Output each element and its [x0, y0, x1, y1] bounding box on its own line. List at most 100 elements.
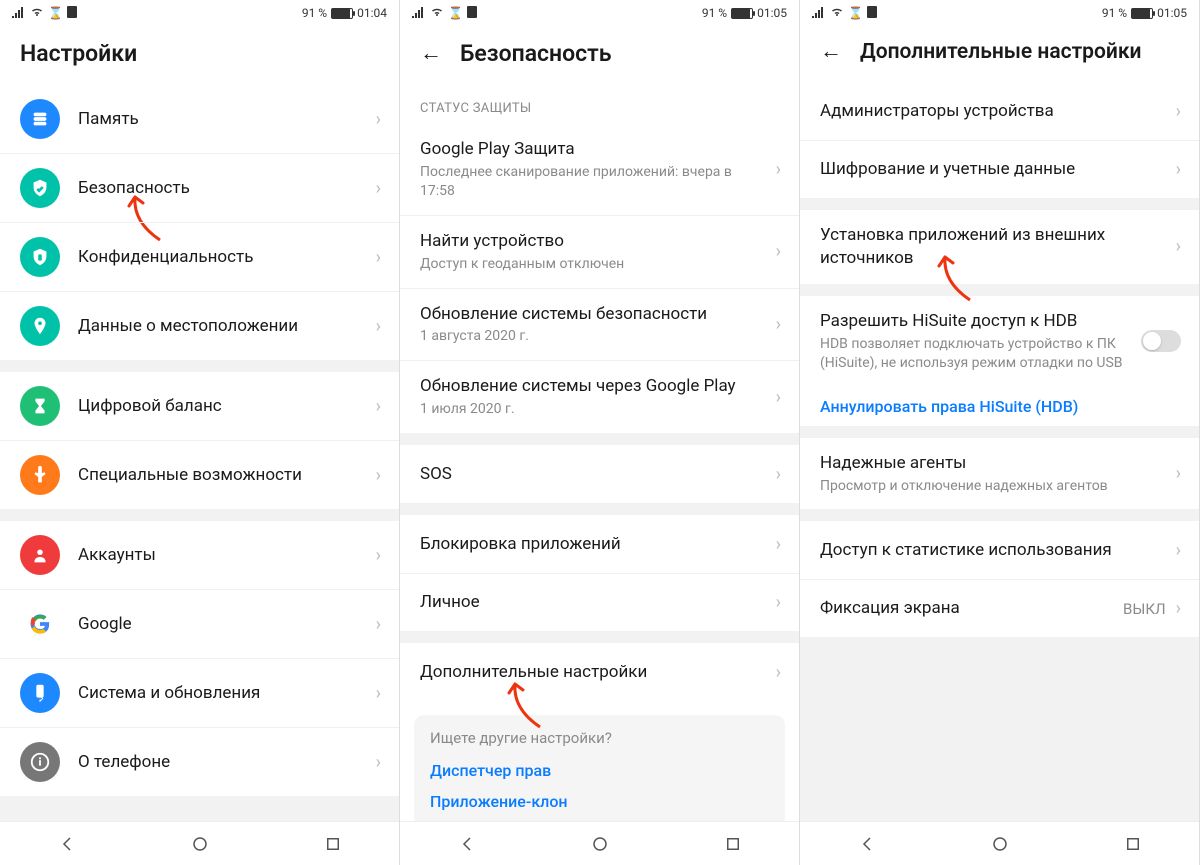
settings-item-security[interactable]: Безопасность ›	[0, 153, 399, 222]
hourglass-icon: ⌛	[48, 6, 63, 20]
header: Настройки	[0, 26, 399, 85]
settings-item-location[interactable]: Данные о местоположении ›	[0, 291, 399, 360]
row-find-device[interactable]: Найти устройство Доступ к геоданным откл…	[400, 215, 799, 288]
chevron-right-icon: ›	[376, 109, 381, 130]
row-app-lock[interactable]: Блокировка приложений ›	[400, 515, 799, 573]
hourglass-icon: ⌛	[848, 6, 863, 20]
screen-settings: ⌛ 91 % 01:04 Настройки Память ›	[0, 0, 400, 865]
nav-back[interactable]	[456, 833, 478, 855]
row-trusted-agents[interactable]: Надежные агенты Просмотр и отключение на…	[800, 438, 1199, 510]
link-revoke-hisuite[interactable]: Аннулировать права HiSuite (HDB)	[800, 387, 1199, 426]
battery-icon	[731, 8, 753, 19]
hint-link-permissions[interactable]: Диспетчер прав	[430, 755, 769, 786]
nav-back[interactable]	[856, 833, 878, 855]
chevron-right-icon: ›	[376, 683, 381, 704]
page-title: Настройки	[20, 40, 137, 67]
row-title: Найти устройство	[420, 230, 766, 253]
section-header: СТАТУС ЗАЩИТЫ	[400, 85, 799, 124]
clock: 01:05	[1157, 6, 1187, 20]
back-button[interactable]: ←	[420, 43, 442, 65]
storage-icon	[20, 99, 60, 139]
privacy-icon	[20, 237, 60, 277]
row-personal[interactable]: Личное ›	[400, 573, 799, 631]
wifi-icon	[30, 6, 44, 21]
signal-icon	[812, 6, 826, 21]
sim-icon	[467, 6, 477, 21]
person-icon	[20, 535, 60, 575]
chevron-right-icon: ›	[1176, 159, 1181, 180]
chevron-right-icon: ›	[1176, 598, 1181, 619]
settings-item-label: Память	[78, 108, 366, 131]
battery-icon	[1131, 8, 1153, 19]
row-screen-pinning[interactable]: Фиксация экрана ВЫКЛ ›	[800, 579, 1199, 637]
screen-security: ⌛ 91 % 01:05 ← Безопасность СТАТУС ЗАЩИТ…	[400, 0, 800, 865]
row-more-settings[interactable]: Дополнительные настройки ›	[400, 643, 799, 701]
row-title: Обновление системы безопасности	[420, 303, 766, 326]
settings-item-accounts[interactable]: Аккаунты ›	[0, 521, 399, 589]
row-external-install[interactable]: Установка приложений из внешних источник…	[800, 210, 1199, 284]
chevron-right-icon: ›	[376, 465, 381, 486]
chevron-right-icon: ›	[376, 178, 381, 199]
row-subtitle: 1 августа 2020 г.	[420, 327, 766, 346]
nav-recent[interactable]	[1122, 833, 1144, 855]
hint-link-clone[interactable]: Приложение-клон	[430, 786, 769, 817]
wifi-icon	[830, 6, 844, 21]
row-title: Google Play Защита	[420, 138, 766, 161]
row-security-update[interactable]: Обновление системы безопасности 1 август…	[400, 288, 799, 361]
row-device-admins[interactable]: Администраторы устройства ›	[800, 82, 1199, 140]
row-title: Надежные агенты	[820, 452, 1166, 475]
row-gplay-update[interactable]: Обновление системы через Google Play 1 и…	[400, 360, 799, 433]
sim-icon	[67, 6, 77, 21]
page-title: Дополнительные настройки	[860, 40, 1141, 64]
wifi-icon	[430, 6, 444, 21]
settings-item-memory[interactable]: Память ›	[0, 85, 399, 153]
row-subtitle: Доступ к геоданным отключен	[420, 255, 766, 274]
settings-item-label: Конфиденциальность	[78, 246, 366, 269]
hand-icon	[20, 455, 60, 495]
status-bar: ⌛ 91 % 01:05	[800, 0, 1199, 26]
location-icon	[20, 306, 60, 346]
nav-back[interactable]	[56, 833, 78, 855]
chevron-right-icon: ›	[776, 464, 781, 485]
toggle-hisuite[interactable]	[1141, 330, 1181, 352]
sim-icon	[867, 6, 877, 21]
row-hisuite-hdb[interactable]: Разрешить HiSuite доступ к HDB HDB позво…	[800, 296, 1199, 387]
settings-item-privacy[interactable]: Конфиденциальность ›	[0, 222, 399, 291]
settings-item-label: Специальные возможности	[78, 464, 366, 487]
hint-title: Ищете другие настройки?	[430, 729, 769, 747]
system-update-icon	[20, 673, 60, 713]
settings-item-system[interactable]: Система и обновления ›	[0, 658, 399, 727]
hourglass-icon	[20, 386, 60, 426]
nav-recent[interactable]	[722, 833, 744, 855]
shield-icon	[20, 168, 60, 208]
settings-item-google[interactable]: Google ›	[0, 589, 399, 658]
chevron-right-icon: ›	[376, 545, 381, 566]
nav-home[interactable]	[189, 833, 211, 855]
settings-item-about[interactable]: О телефоне ›	[0, 727, 399, 796]
row-play-protect[interactable]: Google Play Защита Последнее сканировани…	[400, 124, 799, 215]
row-usage-access[interactable]: Доступ к статистике использования ›	[800, 521, 1199, 579]
row-title: Дополнительные настройки	[420, 661, 766, 684]
nav-bar	[800, 821, 1199, 865]
chevron-right-icon: ›	[1176, 540, 1181, 561]
settings-item-digital-balance[interactable]: Цифровой баланс ›	[0, 372, 399, 440]
row-sos[interactable]: SOS ›	[400, 445, 799, 503]
chevron-right-icon: ›	[376, 247, 381, 268]
chevron-right-icon: ›	[776, 534, 781, 555]
status-bar: ⌛ 91 % 01:04	[0, 0, 399, 26]
row-title: Доступ к статистике использования	[820, 539, 1166, 562]
settings-item-accessibility[interactable]: Специальные возможности ›	[0, 440, 399, 509]
row-title: Администраторы устройства	[820, 100, 1166, 123]
battery-percent: 91 %	[302, 6, 327, 20]
nav-recent[interactable]	[322, 833, 344, 855]
status-bar: ⌛ 91 % 01:05	[400, 0, 799, 26]
chevron-right-icon: ›	[376, 316, 381, 337]
page-title: Безопасность	[460, 40, 611, 67]
chevron-right-icon: ›	[776, 662, 781, 683]
back-button[interactable]: ←	[820, 41, 842, 63]
nav-home[interactable]	[589, 833, 611, 855]
nav-home[interactable]	[989, 833, 1011, 855]
row-encryption[interactable]: Шифрование и учетные данные ›	[800, 140, 1199, 198]
chevron-right-icon: ›	[1176, 101, 1181, 122]
chevron-right-icon: ›	[376, 614, 381, 635]
